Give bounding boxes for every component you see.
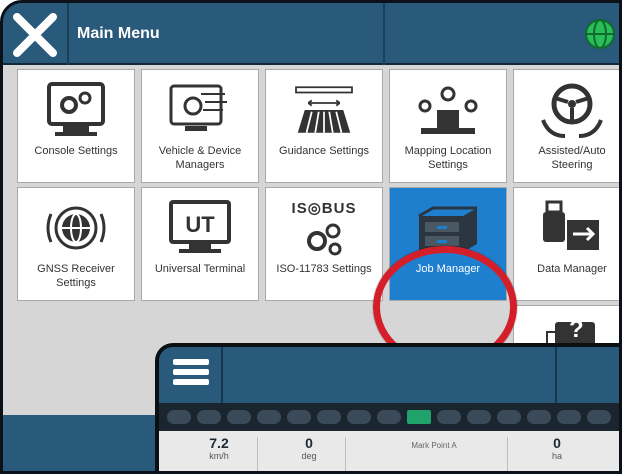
tile-mapping-location-settings[interactable]: Mapping Location Settings — [389, 69, 507, 183]
speed-readout[interactable]: 7.2 km/h — [189, 435, 249, 461]
mark-point-readout[interactable]: Mark Point A — [389, 435, 479, 450]
tile-label: ISO-11783 Settings — [276, 263, 372, 275]
tile-console-settings[interactable]: Console Settings — [17, 69, 135, 183]
console-settings-icon — [47, 82, 105, 136]
console-screen: Main Menu Console Settings Vehicle & Dev… — [0, 0, 622, 474]
globe-icon — [585, 19, 615, 49]
gnss-globe-icon — [46, 206, 106, 250]
tile-data-manager[interactable]: Data Manager — [513, 187, 619, 301]
tile-iso-11783-settings[interactable]: IS◎BUS ISO-11783 Settings — [265, 187, 383, 301]
tile-label: Guidance Settings — [279, 145, 369, 157]
page-title: Main Menu — [77, 25, 160, 42]
tile-label: Assisted/Auto Steering — [538, 145, 606, 171]
close-button[interactable] — [9, 11, 61, 59]
mapping-location-icon — [418, 86, 478, 134]
tile-label: GNSS Receiver Settings — [37, 263, 115, 289]
usb-transfer-icon — [543, 200, 599, 250]
heading-readout[interactable]: 0 deg — [279, 435, 339, 461]
tile-label: Universal Terminal — [154, 263, 246, 275]
lightbar — [159, 403, 619, 431]
tile-universal-terminal[interactable]: UT Universal Terminal — [141, 187, 259, 301]
guidance-icon — [295, 86, 353, 133]
run-screen-header — [159, 347, 619, 403]
ut-badge: UT — [185, 212, 215, 237]
tile-label: Console Settings — [34, 145, 118, 157]
gnss-status-button[interactable] — [583, 17, 617, 51]
tile-assisted-auto-steering[interactable]: Assisted/Auto Steering — [513, 69, 619, 183]
steering-wheel-icon — [541, 83, 603, 138]
hamburger-menu-button[interactable] — [173, 359, 209, 391]
help-badge: ? — [569, 316, 584, 343]
tile-vehicle-device-managers[interactable]: Vehicle & Device Managers — [141, 69, 259, 183]
vehicle-device-icon — [169, 84, 227, 131]
tile-label: Mapping Location Settings — [404, 145, 492, 171]
tile-label: Vehicle & Device Managers — [158, 145, 242, 171]
run-screen-inset: 7.2 km/h 0 deg Mark Point A 0 ha — [155, 343, 619, 471]
close-icon — [13, 13, 57, 57]
tile-guidance-settings[interactable]: Guidance Settings — [265, 69, 383, 183]
tile-label: Data Manager — [537, 263, 607, 275]
tile-gnss-receiver-settings[interactable]: GNSS Receiver Settings — [17, 187, 135, 301]
isobus-logo: IS◎BUS — [291, 200, 357, 217]
area-readout[interactable]: 0 ha — [527, 435, 587, 461]
status-readouts: 7.2 km/h 0 deg Mark Point A 0 ha — [159, 431, 619, 471]
isobus-icon — [307, 223, 342, 256]
main-menu-header: Main Menu — [3, 3, 619, 65]
